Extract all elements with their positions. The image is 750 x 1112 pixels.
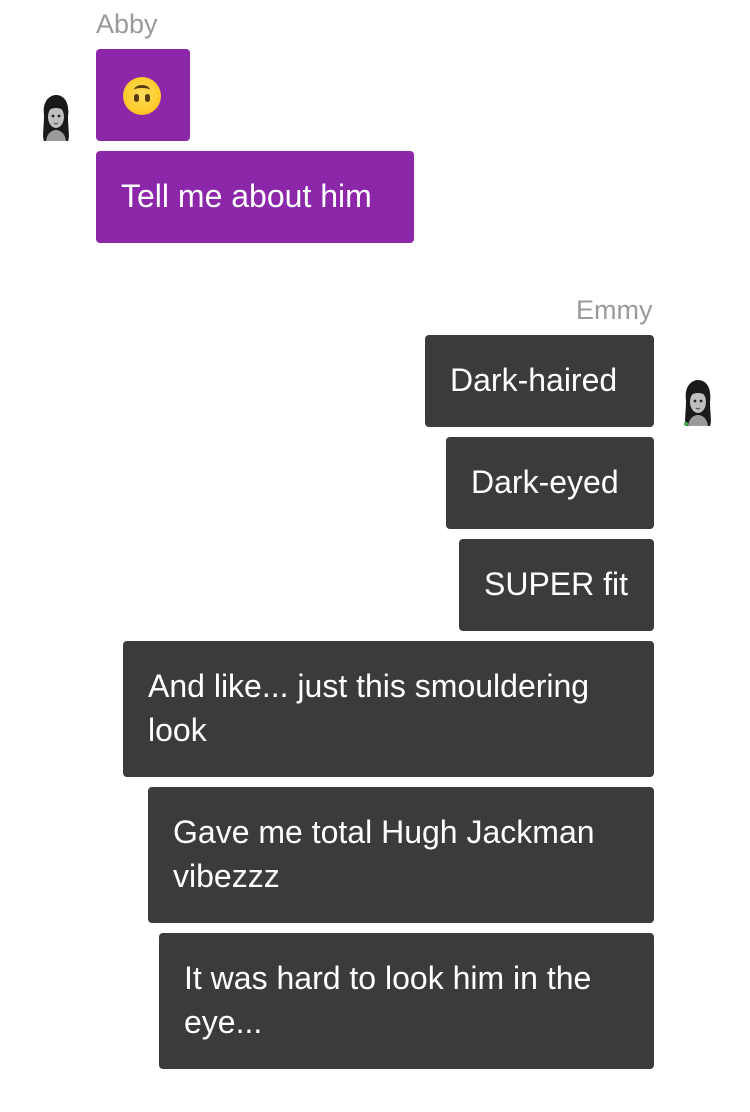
upside-down-face-emoji-icon [123, 77, 161, 115]
emmy-message-bubble[interactable]: SUPER fit [459, 539, 654, 631]
emmy-message-bubble[interactable]: Dark-haired [425, 335, 654, 427]
sender-name-emmy: Emmy [576, 295, 653, 325]
emmy-avatar-icon[interactable] [680, 378, 716, 428]
abby-message-bubble[interactable]: Tell me about him [96, 151, 414, 243]
emmy-message-bubble[interactable]: And like... just this smouldering look [123, 641, 654, 777]
sender-name-abby: Abby [96, 9, 158, 39]
emmy-message-bubble[interactable]: Dark-eyed [446, 437, 654, 529]
abby-emoji-message[interactable] [96, 49, 190, 141]
abby-avatar-icon[interactable] [38, 93, 74, 143]
emmy-message-bubble[interactable]: Gave me total Hugh Jackman vibezzz [148, 787, 654, 923]
emmy-message-bubble[interactable]: It was hard to look him in the eye... [159, 933, 654, 1069]
